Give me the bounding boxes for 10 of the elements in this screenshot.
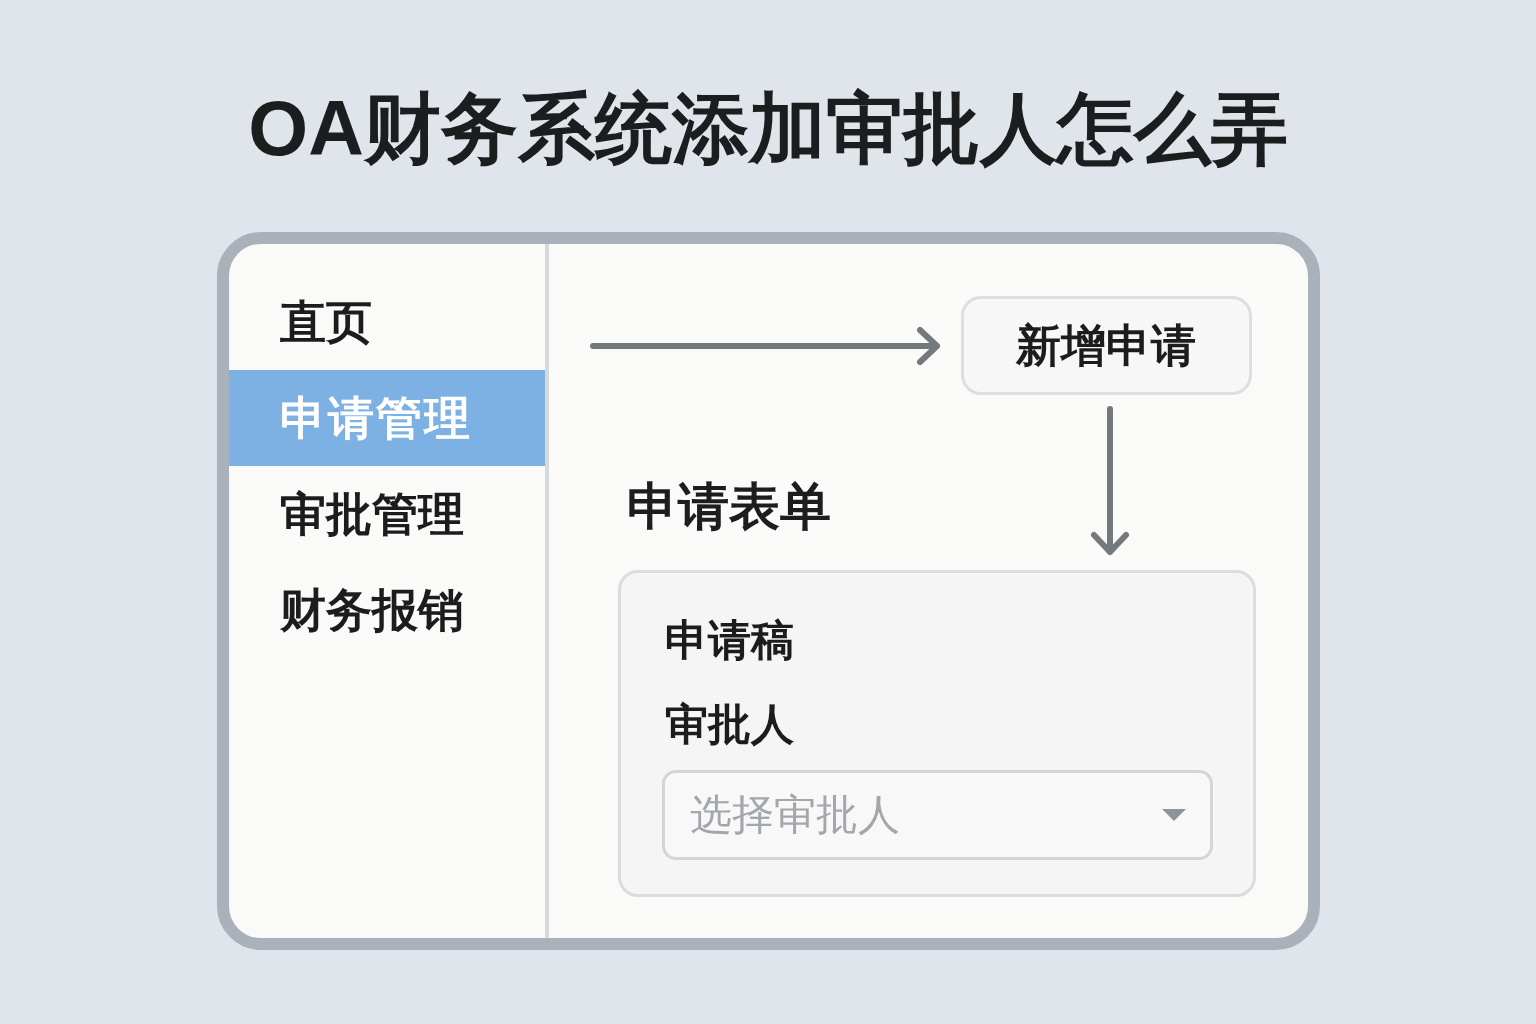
approver-select[interactable]: 选择审批人 [661, 770, 1213, 860]
draft-label: 申请稿 [664, 615, 794, 666]
caret-icon [1161, 809, 1186, 821]
sidebar-item[interactable]: 审批管理 [228, 466, 545, 562]
sidebar-item[interactable]: 直页 [228, 274, 545, 370]
new-request-button[interactable]: 新增申请 [960, 296, 1252, 395]
approver-label: 审批人 [664, 699, 794, 750]
form-heading: 申请表单 [626, 477, 831, 537]
sidebar-item[interactable]: 财务报销 [228, 562, 545, 658]
page-title: OA财务系统添加审批人怎么弄 [248, 84, 1288, 173]
